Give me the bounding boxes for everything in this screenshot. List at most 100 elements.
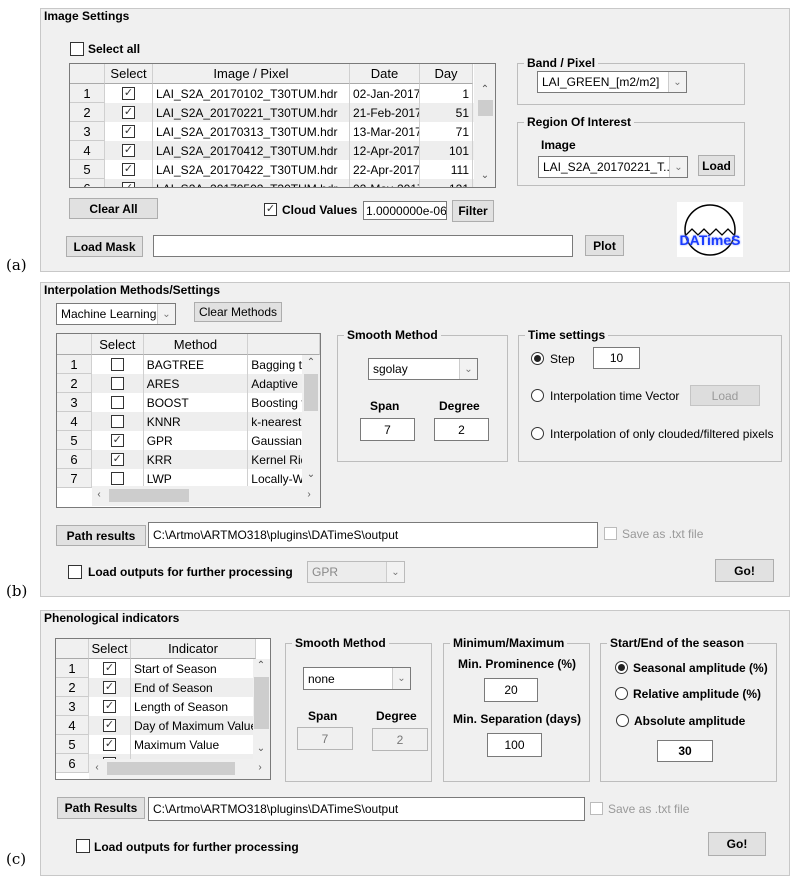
row-checkbox[interactable] — [110, 472, 124, 485]
table-row[interactable]: 5 ✓ Maximum Value — [56, 735, 270, 754]
select-cell[interactable]: ✓ — [92, 450, 144, 469]
path-results-button[interactable]: Path Results — [57, 797, 145, 819]
scrollbar-thumb[interactable] — [478, 100, 493, 116]
select-cell[interactable]: ✓ — [105, 179, 153, 187]
scroll-right-icon[interactable]: › — [253, 762, 267, 773]
row-checkbox[interactable] — [110, 396, 124, 409]
column-header-select[interactable]: Select — [105, 64, 153, 84]
plot-button[interactable]: Plot — [585, 235, 624, 256]
table-row[interactable]: 5 ✓ LAI_S2A_20170422_T30TUM.hdr 22-Apr-2017… — [70, 160, 495, 179]
save-txt-checkbox[interactable] — [590, 802, 603, 815]
prominence-input[interactable]: 20 — [484, 678, 538, 702]
column-header-indicator[interactable]: Indicator — [131, 639, 256, 659]
clouded-only-radio[interactable] — [531, 427, 544, 440]
table-row[interactable]: 2 ARES Adaptive R — [57, 374, 320, 393]
path-results-input[interactable]: C:\Artmo\ARTMO318\plugins\DATimeS\output — [148, 522, 598, 548]
table-row[interactable]: 2 ✓ End of Season — [56, 678, 270, 697]
row-checkbox[interactable]: ✓ — [110, 453, 124, 466]
scroll-down-icon[interactable]: ⌄ — [254, 743, 268, 754]
row-checkbox[interactable] — [110, 358, 124, 371]
phen-span-input[interactable]: 7 — [297, 727, 353, 750]
select-cell[interactable]: ✓ — [105, 141, 153, 160]
scrollbar-thumb[interactable] — [254, 677, 269, 729]
path-results-button[interactable]: Path results — [56, 525, 146, 546]
table-row[interactable]: 3 BOOST Boosting t — [57, 393, 320, 412]
select-cell[interactable]: ✓ — [89, 697, 131, 716]
relative-amplitude-radio[interactable] — [615, 687, 628, 700]
row-checkbox[interactable]: ✓ — [122, 125, 135, 138]
column-header-date[interactable]: Date — [350, 64, 420, 84]
scrollbar-thumb[interactable] — [109, 489, 189, 502]
row-checkbox[interactable]: ✓ — [122, 182, 135, 187]
horizontal-scrollbar[interactable]: ‹ › — [89, 759, 270, 779]
table-row[interactable]: 6 ✓ LAI_S2A_20170502_T30TUM.hdr02-May-2017… — [70, 179, 495, 187]
select-cell[interactable] — [92, 374, 144, 393]
horizontal-scrollbar[interactable]: ‹ › — [92, 486, 320, 506]
select-cell[interactable]: ✓ — [89, 716, 131, 735]
scroll-right-icon[interactable]: › — [302, 489, 316, 500]
scrollbar-thumb[interactable] — [107, 762, 235, 775]
table-row[interactable]: 1 ✓ Start of Season — [56, 659, 270, 678]
table-row[interactable]: 4 ✓ LAI_S2A_20170412_T30TUM.hdr 12-Apr-2017… — [70, 141, 495, 160]
scroll-up-icon[interactable]: ⌃ — [478, 84, 492, 95]
smooth-method-select[interactable]: sgolay ⌄ — [368, 358, 478, 380]
column-header-method[interactable]: Method — [143, 334, 249, 355]
scroll-left-icon[interactable]: ‹ — [92, 489, 106, 500]
column-header-description[interactable] — [248, 334, 320, 355]
step-radio[interactable] — [531, 352, 544, 365]
roi-image-select[interactable]: LAI_S2A_20170221_T... ⌄ — [538, 156, 688, 178]
vertical-scrollbar[interactable]: ⌃ ⌄ — [474, 64, 495, 187]
row-checkbox[interactable] — [110, 415, 124, 428]
select-cell[interactable] — [92, 393, 144, 412]
separation-input[interactable]: 100 — [487, 733, 542, 757]
amplitude-input[interactable]: 30 — [657, 740, 713, 762]
table-row[interactable]: 1 BAGTREE Bagging tr — [57, 355, 320, 374]
scroll-down-icon[interactable]: ⌄ — [478, 170, 492, 181]
select-cell[interactable]: ✓ — [105, 103, 153, 122]
table-row[interactable]: 4 KNNR k-nearest — [57, 412, 320, 431]
row-checkbox[interactable]: ✓ — [103, 719, 116, 732]
column-header-day[interactable]: Day — [420, 64, 473, 84]
table-row[interactable]: 5 ✓ GPR Gaussian — [57, 431, 320, 450]
band-pixel-select[interactable]: LAI_GREEN_[m2/m2] ⌄ — [537, 71, 687, 93]
row-checkbox[interactable]: ✓ — [122, 106, 135, 119]
row-checkbox[interactable]: ✓ — [103, 662, 116, 675]
scroll-up-icon[interactable]: ⌃ — [304, 357, 318, 368]
mask-path-input[interactable] — [153, 235, 573, 257]
span-input[interactable]: 7 — [360, 418, 415, 441]
clear-methods-button[interactable]: Clear Methods — [194, 302, 282, 322]
time-vector-radio[interactable] — [531, 389, 544, 402]
column-header-select[interactable]: Select — [91, 334, 144, 355]
scroll-up-icon[interactable]: ⌃ — [254, 660, 268, 671]
select-cell[interactable]: ✓ — [89, 659, 131, 678]
select-all-checkbox[interactable] — [70, 42, 84, 56]
select-cell[interactable] — [92, 355, 144, 374]
degree-input[interactable]: 2 — [434, 418, 489, 441]
load-outputs-checkbox[interactable] — [76, 839, 90, 853]
time-vector-load-button[interactable]: Load — [690, 385, 760, 406]
table-row[interactable]: 3 ✓ Length of Season — [56, 697, 270, 716]
seasonal-amplitude-radio[interactable] — [615, 661, 628, 674]
save-txt-checkbox[interactable] — [604, 527, 617, 540]
method-category-select[interactable]: Machine Learning ⌄ — [56, 303, 176, 325]
row-checkbox[interactable]: ✓ — [103, 700, 116, 713]
row-checkbox[interactable]: ✓ — [110, 434, 124, 447]
column-header-image[interactable]: Image / Pixel — [153, 64, 350, 84]
scroll-down-icon[interactable]: ⌄ — [304, 469, 318, 480]
load-outputs-checkbox[interactable] — [68, 565, 82, 579]
vertical-scrollbar[interactable]: ⌃ ⌄ — [253, 659, 270, 759]
clear-all-button[interactable]: Clear All — [69, 198, 158, 219]
table-row[interactable]: 3 ✓ LAI_S2A_20170313_T30TUM.hdr 13-Mar-2017… — [70, 122, 495, 141]
absolute-amplitude-radio[interactable] — [616, 714, 629, 727]
select-cell[interactable] — [92, 412, 144, 431]
vertical-scrollbar[interactable]: ⌃ ⌄ — [302, 355, 320, 486]
scroll-left-icon[interactable]: ‹ — [90, 762, 104, 773]
select-cell[interactable]: ✓ — [89, 678, 131, 697]
table-row[interactable]: 1 ✓ LAI_S2A_20170102_T30TUM.hdr 02-Jan-2017… — [70, 84, 495, 103]
scrollbar-thumb[interactable] — [304, 374, 318, 411]
step-input[interactable]: 10 — [593, 347, 640, 369]
phen-degree-input[interactable]: 2 — [372, 728, 428, 751]
phen-smooth-method-select[interactable]: none ⌄ — [303, 667, 411, 690]
table-row[interactable]: 2 ✓ LAI_S2A_20170221_T30TUM.hdr 21-Feb-2017… — [70, 103, 495, 122]
go-button[interactable]: Go! — [708, 832, 766, 856]
